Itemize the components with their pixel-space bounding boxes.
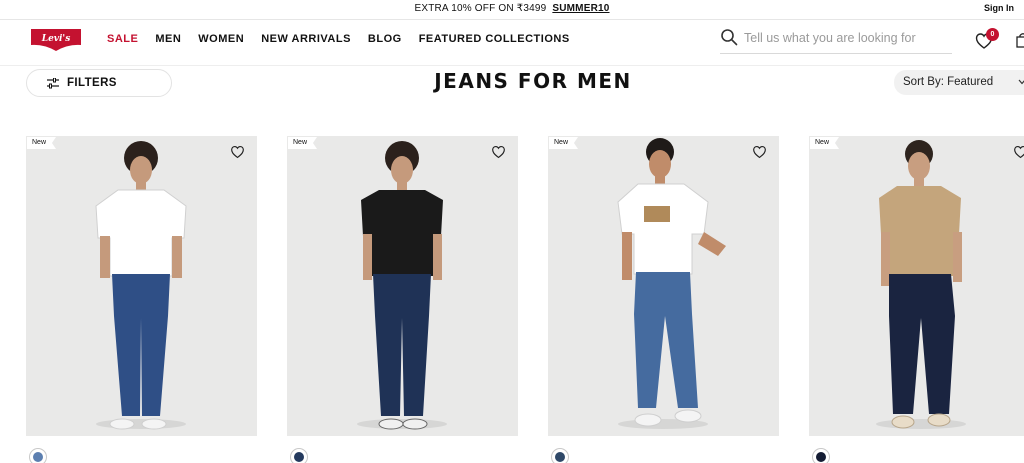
nav-item-featured-collections[interactable]: FEATURED COLLECTIONS — [419, 33, 570, 45]
search-bar — [720, 26, 952, 54]
logo-text: Levi's — [41, 34, 71, 44]
wishlist-heart-icon[interactable] — [752, 145, 767, 159]
color-swatch[interactable] — [29, 448, 47, 463]
color-swatch[interactable] — [551, 448, 569, 463]
promo-code[interactable]: SUMMER10 — [552, 3, 609, 14]
new-badge: New — [27, 137, 57, 149]
new-badge: New — [549, 137, 579, 149]
bag-icon[interactable] — [1016, 32, 1024, 48]
search-icon[interactable] — [720, 28, 738, 46]
wishlist-heart-icon[interactable] — [491, 145, 506, 159]
product-card[interactable]: New — [26, 136, 257, 436]
page-title: JEANS FOR MEN — [434, 69, 632, 93]
nav-item-sale[interactable]: SALE — [107, 33, 138, 45]
product-card[interactable]: New — [809, 136, 1024, 436]
product-image[interactable] — [548, 136, 779, 436]
promo-bar: EXTRA 10% OFF ON ₹3499 SUMMER10 Sign In — [0, 0, 1024, 20]
wishlist-count-badge: 0 — [986, 28, 999, 41]
color-swatch[interactable] — [812, 448, 830, 463]
shirt — [361, 190, 443, 276]
product-image[interactable] — [809, 136, 1024, 436]
main-nav: SALE MEN WOMEN NEW ARRIVALS BLOG FEATURE… — [107, 33, 570, 45]
swatch-color — [816, 452, 826, 462]
wishlist-heart-icon[interactable] — [230, 145, 245, 159]
sign-in-link[interactable]: Sign In — [984, 3, 1014, 13]
new-badge: New — [810, 137, 840, 149]
search-input[interactable] — [744, 28, 944, 48]
chevron-down-icon — [1018, 79, 1024, 85]
shirt — [879, 186, 961, 276]
nav-item-new-arrivals[interactable]: NEW ARRIVALS — [261, 33, 351, 45]
new-badge: New — [288, 137, 318, 149]
sort-dropdown[interactable]: Sort By: Featured — [894, 70, 1024, 95]
color-swatch[interactable] — [290, 448, 308, 463]
product-card[interactable]: New — [287, 136, 518, 436]
nav-item-blog[interactable]: BLOG — [368, 33, 402, 45]
levis-logo[interactable]: Levi's — [30, 28, 82, 52]
swatch-color — [294, 452, 304, 462]
nav-item-men[interactable]: MEN — [155, 33, 181, 45]
promo-message: EXTRA 10% OFF ON ₹3499 SUMMER10 — [0, 3, 1024, 14]
sort-label: Sort By: Featured — [903, 76, 994, 88]
product-image[interactable] — [287, 136, 518, 436]
swatch-color — [33, 452, 43, 462]
product-image[interactable] — [26, 136, 257, 436]
site-header: Levi's SALE MEN WOMEN NEW ARRIVALS BLOG … — [0, 20, 1024, 66]
swatch-color — [555, 452, 565, 462]
wishlist-heart-icon[interactable] — [1013, 145, 1024, 159]
nav-item-women[interactable]: WOMEN — [198, 33, 244, 45]
product-card[interactable]: New — [548, 136, 779, 436]
promo-text: EXTRA 10% OFF ON ₹3499 — [414, 3, 547, 14]
